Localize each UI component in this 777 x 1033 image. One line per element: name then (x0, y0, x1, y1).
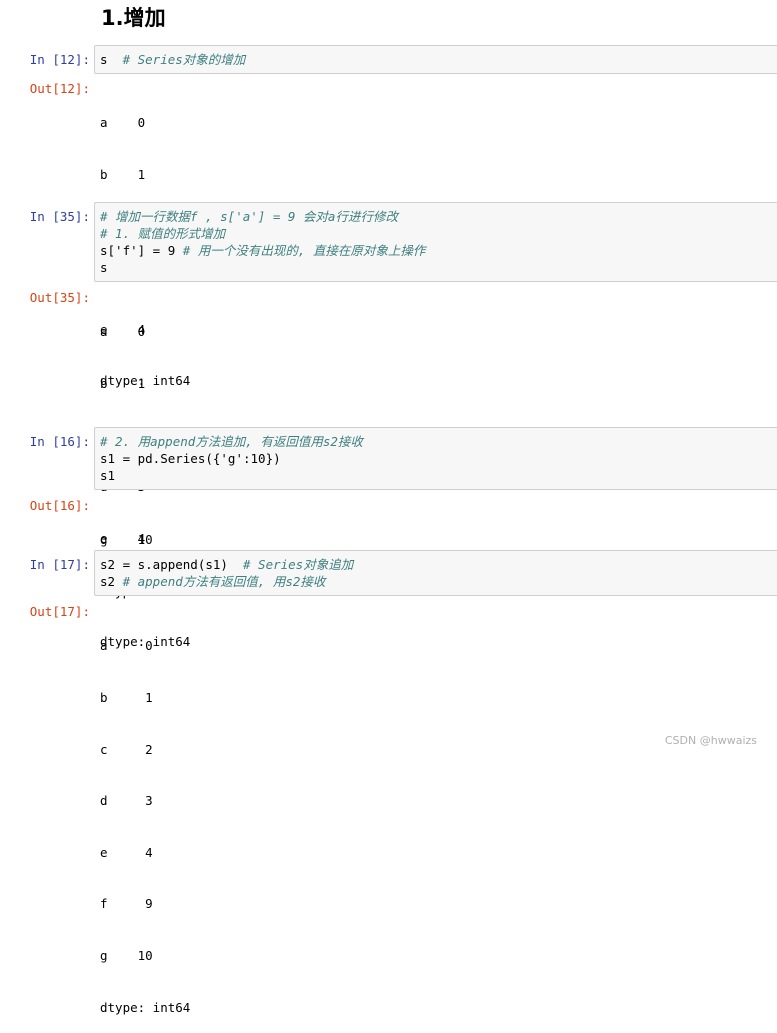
code-line: s1 (100, 468, 116, 483)
code-line: # 1. 赋值的形式增加 (100, 226, 226, 241)
code-line: # 增加一行数据f , s['a'] = 9 会对a行进行修改 (100, 209, 398, 224)
code-line: s2 = s.append(s1) # Series对象追加 (100, 557, 354, 572)
watermark: CSDN @hwwaizs (664, 734, 757, 747)
code-cell-12[interactable]: s # Series对象的增加 (94, 45, 777, 74)
code-line: s (100, 260, 108, 275)
code-cell-17[interactable]: s2 = s.append(s1) # Series对象追加 s2 # appe… (94, 550, 777, 596)
output-line: b 1 (100, 376, 146, 391)
in-prompt: In [35]: (29, 209, 90, 224)
code-line: s2 # append方法有返回值, 用s2接收 (100, 574, 326, 589)
output-line: g 10 (100, 947, 153, 963)
code-line: s1 = pd.Series({'g':10}) (100, 451, 281, 466)
in-prompt: In [12]: (29, 52, 90, 67)
output-line: a 0 (100, 638, 153, 654)
code-line: s # Series对象的增加 (100, 52, 246, 67)
output-line: b 1 (100, 167, 146, 182)
code-line: s['f'] = 9 # 用一个没有出现的, 直接在原对象上操作 (100, 243, 426, 258)
code-cell-16[interactable]: # 2. 用append方法追加, 有返回值用s2接收 s1 = pd.Seri… (94, 427, 777, 490)
output-line: g 10 (100, 532, 153, 548)
in-prompt: In [16]: (29, 434, 90, 449)
out-prompt: Out[12]: (29, 81, 90, 96)
output-line: a 0 (100, 324, 146, 340)
out-prompt: Out[16]: (29, 498, 90, 513)
output-line: e 4 (100, 844, 153, 860)
out-prompt: Out[17]: (29, 604, 90, 619)
output-line: b 1 (100, 690, 153, 705)
output-line: dtype: int64 (100, 999, 191, 1015)
code-cell-35[interactable]: # 增加一行数据f , s['a'] = 9 会对a行进行修改 # 1. 赋值的… (94, 202, 777, 282)
out-prompt: Out[35]: (29, 290, 90, 305)
output-line: c 2 (100, 741, 153, 757)
output-line: f 9 (100, 896, 153, 912)
output-line: d 3 (100, 793, 153, 809)
cell-output-17: a 0 b 1 c 2 d 3 e 4 f 9 g 10 dtype: int6… (100, 603, 190, 1033)
in-prompt: In [17]: (29, 557, 90, 572)
code-line: # 2. 用append方法追加, 有返回值用s2接收 (100, 434, 363, 449)
output-line: a 0 (100, 115, 146, 131)
section-heading: 1.增加 (101, 6, 166, 30)
